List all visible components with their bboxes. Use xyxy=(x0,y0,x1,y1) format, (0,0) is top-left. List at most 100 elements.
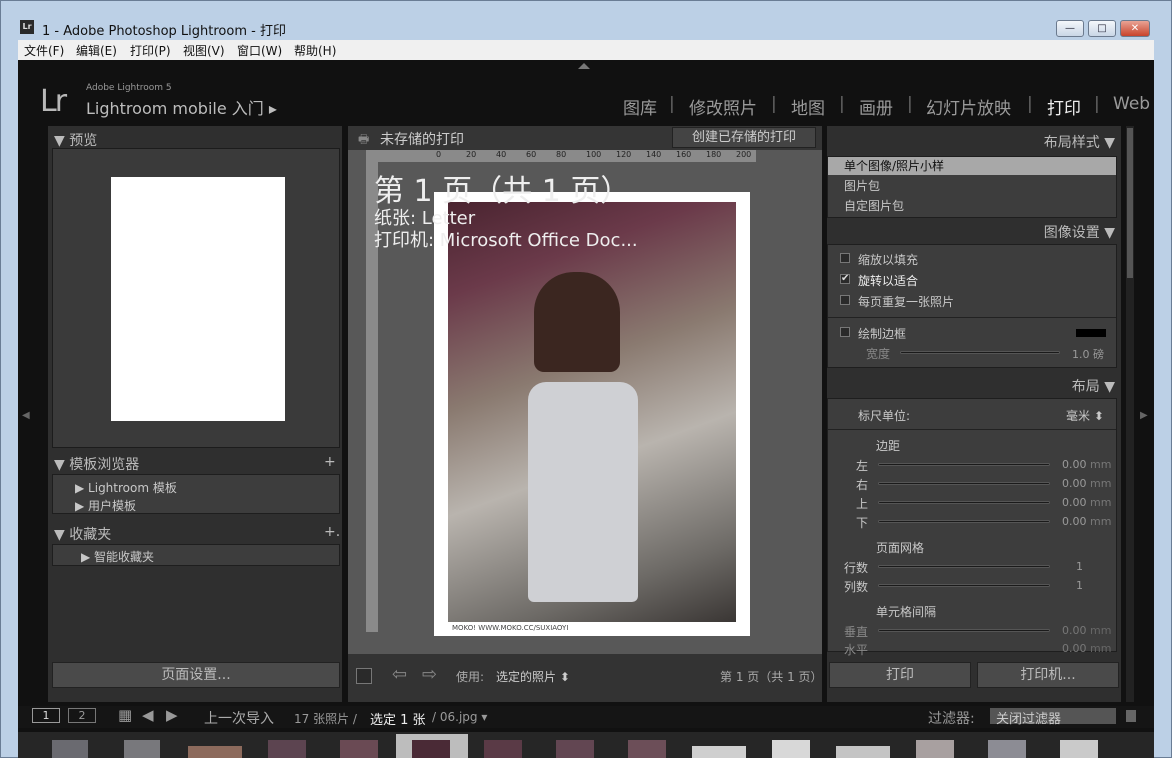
right-scrollbar[interactable] xyxy=(1126,126,1134,702)
film-thumb[interactable] xyxy=(268,740,306,758)
forward-icon[interactable]: ▶ xyxy=(166,706,178,724)
template-lightroom[interactable]: ▶ Lightroom 模板 xyxy=(75,479,177,496)
ruler-tick: 80 xyxy=(556,150,567,159)
ruler-tick: 20 xyxy=(466,150,477,159)
preview-header[interactable]: ▼ 预览 xyxy=(54,130,97,150)
collection-list: ▶ 智能收藏夹 xyxy=(52,544,340,566)
film-thumb[interactable] xyxy=(628,740,666,758)
zoom-fill-checkbox[interactable] xyxy=(840,253,850,263)
columns-slider[interactable] xyxy=(878,584,1050,587)
margin-right-value: 0.00 xyxy=(1062,477,1087,490)
margin-bottom-slider[interactable] xyxy=(878,520,1050,523)
border-width-slider[interactable] xyxy=(900,351,1060,354)
margin-left-slider[interactable] xyxy=(878,463,1050,466)
printer-button[interactable]: 打印机... xyxy=(977,662,1119,688)
layout-picture-package[interactable]: 图片包 xyxy=(844,177,880,194)
minimize-button[interactable]: — xyxy=(1056,20,1084,37)
collection-smart[interactable]: ▶ 智能收藏夹 xyxy=(81,548,154,565)
back-icon[interactable]: ◀ xyxy=(142,706,154,724)
vertical-spacing-label: 垂直 xyxy=(844,625,869,639)
repeat-photo-checkbox[interactable] xyxy=(840,295,850,305)
menu-view[interactable]: 视图(V) xyxy=(183,42,225,59)
center-toolbar: 🖶 未存储的打印 创建已存储的打印 xyxy=(348,126,822,150)
left-panel-toggle-icon[interactable]: ◀ xyxy=(22,410,30,421)
selected-count: 选定 1 张 xyxy=(370,713,426,728)
current-file[interactable]: / 06.jpg ▾ xyxy=(432,710,487,724)
film-thumb[interactable] xyxy=(340,740,378,758)
menu-print[interactable]: 打印(P) xyxy=(130,42,171,59)
module-print[interactable]: 打印 xyxy=(1047,94,1081,119)
lightroom-mobile-link[interactable]: Lightroom mobile 入门 ▸ xyxy=(86,95,277,119)
film-thumb[interactable] xyxy=(916,740,954,758)
template-browser-header[interactable]: ▼ 模板浏览器 xyxy=(54,454,139,474)
template-user[interactable]: ▶ 用户模板 xyxy=(75,497,136,514)
film-thumb[interactable] xyxy=(772,740,810,758)
module-library[interactable]: 图库 xyxy=(623,94,657,119)
next-page-icon[interactable]: ⇨ xyxy=(422,664,437,685)
screen-1-button[interactable]: 1 xyxy=(32,708,60,723)
collapse-top-icon[interactable] xyxy=(578,63,590,69)
add-collection-button[interactable]: +. xyxy=(324,524,340,540)
menu-file[interactable]: 文件(F) xyxy=(24,42,64,59)
margin-left-label: 左 xyxy=(856,459,869,473)
prev-page-icon[interactable]: ⇦ xyxy=(392,664,407,685)
film-thumb[interactable] xyxy=(484,740,522,758)
menu-edit[interactable]: 编辑(E) xyxy=(76,42,117,59)
layout-single-image[interactable]: 单个图像/照片小样 xyxy=(828,157,1116,175)
layout-style-header[interactable]: 布局样式 ▼ xyxy=(1044,132,1115,152)
filter-select[interactable]: 关闭过滤器 xyxy=(990,708,1116,727)
film-thumb[interactable] xyxy=(836,746,890,758)
print-button[interactable]: 打印 xyxy=(829,662,971,688)
ruler-unit-label: 标尺单位: xyxy=(858,409,911,423)
page-setup-button[interactable]: 页面设置... xyxy=(52,662,340,688)
print-photo[interactable] xyxy=(448,202,736,622)
margin-right-label: 右 xyxy=(856,478,869,492)
film-thumb-selected[interactable] xyxy=(396,734,468,758)
columns-value: 1 xyxy=(1076,579,1083,592)
module-slideshow[interactable]: 幻灯片放映 xyxy=(926,94,1011,119)
image-settings-header[interactable]: 图像设置 ▼ xyxy=(1044,222,1115,242)
ruler-tick: 180 xyxy=(706,150,722,159)
maximize-button[interactable]: □ xyxy=(1088,20,1116,37)
margins-title: 边距 xyxy=(876,439,901,453)
film-thumb[interactable] xyxy=(692,746,746,758)
film-thumb[interactable] xyxy=(556,740,594,758)
menu-window[interactable]: 窗口(W) xyxy=(237,42,282,59)
rows-slider[interactable] xyxy=(878,565,1050,568)
border-color-swatch[interactable] xyxy=(1076,329,1106,337)
vertical-spacing-slider[interactable] xyxy=(878,629,1050,632)
layout-header[interactable]: 布局 ▼ xyxy=(1072,376,1115,396)
source-label[interactable]: 上一次导入 xyxy=(204,708,274,728)
filter-lock-icon[interactable] xyxy=(1126,710,1136,722)
film-thumb[interactable] xyxy=(124,740,160,758)
photo-subject-dress xyxy=(528,382,638,602)
module-map[interactable]: 地图 xyxy=(791,94,825,119)
module-web[interactable]: Web xyxy=(1113,94,1150,114)
film-thumb[interactable] xyxy=(988,740,1026,758)
close-button[interactable]: ✕ xyxy=(1120,20,1150,37)
margin-top-slider[interactable] xyxy=(878,501,1050,504)
columns-label: 列数 xyxy=(844,580,869,594)
menu-help[interactable]: 帮助(H) xyxy=(294,42,336,59)
module-book[interactable]: 画册 xyxy=(859,94,893,119)
image-settings-box: 缩放以填充 ✔ 旋转以适合 每页重复一张照片 绘制边框 宽度 1.0 磅 xyxy=(827,244,1117,368)
grid-view-icon[interactable]: ▦ xyxy=(118,706,132,724)
right-panel-toggle-icon[interactable]: ▶ xyxy=(1140,410,1148,421)
printer-icon: 🖶 xyxy=(358,132,370,146)
film-thumb[interactable] xyxy=(1060,740,1098,758)
collections-header[interactable]: ▼ 收藏夹 xyxy=(54,524,111,544)
create-saved-print-button[interactable]: 创建已存储的打印 xyxy=(672,127,816,148)
rows-label: 行数 xyxy=(844,561,869,575)
film-thumb[interactable] xyxy=(52,740,88,758)
draw-border-checkbox[interactable] xyxy=(840,327,850,337)
film-thumb[interactable] xyxy=(188,746,242,758)
margin-right-slider[interactable] xyxy=(878,482,1050,485)
ruler-unit-select[interactable]: 毫米 ⬍ xyxy=(1066,407,1104,424)
module-develop[interactable]: 修改照片 xyxy=(689,94,757,119)
add-template-button[interactable]: + xyxy=(324,454,336,470)
screen-2-button[interactable]: 2 xyxy=(68,708,96,723)
use-select[interactable]: 选定的照片 ⬍ xyxy=(496,668,570,685)
rotate-fit-checkbox[interactable]: ✔ xyxy=(840,274,850,284)
show-guides-checkbox[interactable] xyxy=(356,668,372,684)
layout-custom-package[interactable]: 自定图片包 xyxy=(844,197,904,214)
